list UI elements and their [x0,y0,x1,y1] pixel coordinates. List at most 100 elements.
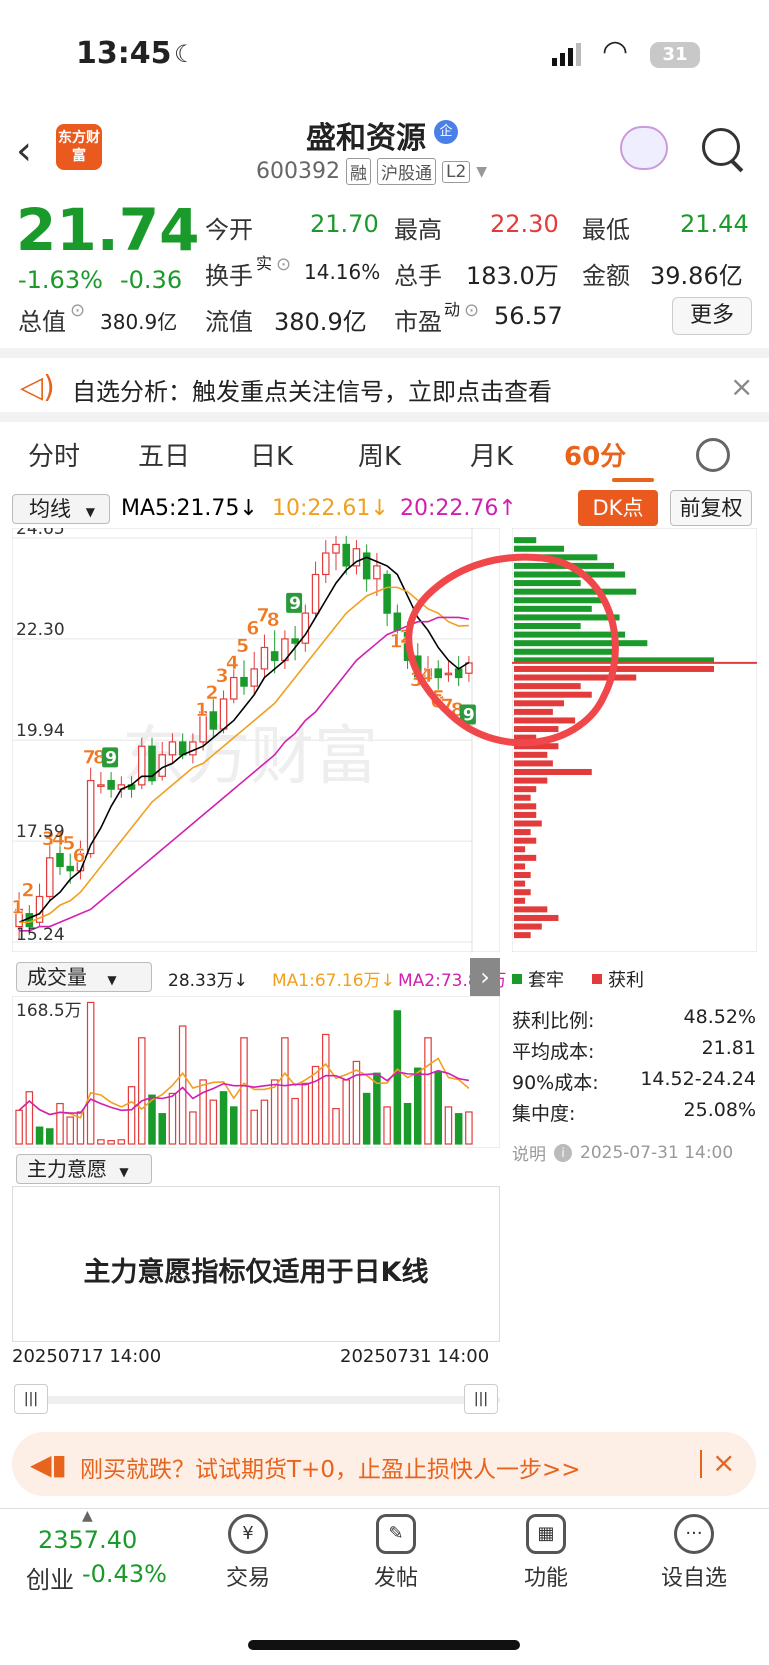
volume-bar [332,1108,340,1145]
volume-bar [352,1060,361,1145]
candle [383,573,391,614]
turnover-value: 14.16% [304,260,381,284]
range-slider-track[interactable] [16,1396,500,1404]
promo-text[interactable]: 刚买就跌？试试期货T+0，止盈止损快人一步>> [80,1450,581,1484]
chip-info-value: 48.52% [683,1006,756,1028]
volume-chart[interactable]: 168.5万 [12,996,500,1148]
forward-adjust-button[interactable]: 前复权 [670,490,752,526]
chip-bar [514,932,531,939]
volume-current: 28.33万↓ [168,971,248,991]
intent-select[interactable]: 主力意愿 ▼ [16,1154,152,1184]
divider [0,412,769,422]
tab-intraday[interactable]: 分时 [28,436,80,473]
chevron-right-icon[interactable]: › [470,958,500,996]
chip-note-date: 2025-07-31 14:00 [580,1142,734,1163]
chip-info-value: 14.52-24.24 [640,1068,756,1090]
back-icon[interactable]: ‹ [16,128,32,174]
range-handle-right[interactable]: ||| [464,1384,498,1414]
tab-weekly-k[interactable]: 周K [358,436,401,473]
chip-bar [514,537,537,544]
wifi-icon: ◠ [602,34,629,69]
volume-max-label: 168.5万 [16,1001,82,1021]
volume-bar [168,1092,177,1145]
volume-bar [209,1099,218,1145]
turnover-label: 换手 [205,262,253,290]
close-icon[interactable]: × [730,370,753,403]
chip-bar [514,863,526,870]
index-name[interactable]: 创业 [26,1560,74,1595]
chip-bar [514,829,531,836]
signal-number: 8 [267,609,280,631]
dk-point-button[interactable]: DK点 [578,490,658,526]
stock-name: 盛和资源 [306,121,426,156]
nav-trade[interactable]: ¥ 交易 [188,1514,308,1592]
chip-bar [514,854,537,861]
candle [270,651,279,661]
chip-note[interactable]: 说明 i 2025-07-31 14:00 [512,1140,734,1166]
candle [332,543,340,554]
volume-bar [178,1025,187,1145]
chip-info-row: 90%成本: 14.52-24.24 [512,1068,756,1099]
low-value: 21.44 [680,210,749,238]
info-dots-icon[interactable]: ⊙ [276,254,291,275]
volume-bar [414,1067,422,1145]
more-dots-icon: ··· [674,1514,714,1554]
candle [322,552,330,576]
more-button[interactable]: 更多 [672,297,752,335]
status-time: 13:45 [76,36,172,71]
volume-bar [15,1109,23,1145]
pe-sup: 动 [444,300,461,319]
candle [209,711,218,730]
gear-icon[interactable] [696,438,730,472]
volume-bar [291,1097,299,1145]
ma-select[interactable]: 均线 ▼ [12,494,110,524]
legend-profit: 获利 [608,970,644,991]
amount-label: 金额 [582,262,630,290]
nav-functions-label: 功能 [523,1566,568,1591]
close-icon[interactable]: × [712,1446,735,1479]
search-icon[interactable] [702,128,740,166]
volume-label: 总手 [394,262,442,290]
pe-label: 市盈 [394,308,442,336]
info-dots-icon[interactable]: ⊙ [464,300,479,321]
index-change[interactable]: -0.43% [82,1560,167,1588]
nav-functions[interactable]: ▦ 功能 [486,1514,606,1592]
tab-five-day[interactable]: 五日 [138,436,190,473]
notice-text[interactable]: 自选分析：触发重点关注信号，立即点击查看 [72,372,552,407]
chip-bar [514,777,548,784]
turnover-sup: 实 [256,254,273,273]
chip-bar [514,837,537,844]
volume-bar [117,1139,126,1145]
nav-post[interactable]: ✎ 发帖 [336,1514,456,1592]
tag-connect: 沪股通 [376,158,436,185]
chip-bar [514,914,559,921]
assistant-robot-icon[interactable] [620,126,668,170]
candle [168,741,177,756]
chip-bar [514,880,526,887]
chip-info-label: 平均成本: [512,1041,595,1063]
volume-bar [301,1082,310,1145]
nav-add-watchlist-label: 设自选 [660,1566,727,1591]
nav-post-label: 发帖 [373,1566,418,1591]
volume-ma1: MA1:67.16万↓ [272,971,395,991]
nav-add-watchlist[interactable]: ··· 设自选 [634,1514,754,1592]
volume-bar [189,1111,197,1145]
range-handle-left[interactable]: ||| [14,1384,48,1414]
chip-bar [514,768,592,775]
info-dots-icon[interactable]: ⊙ [70,300,85,321]
candle [158,754,166,777]
signal-number: 9 [289,594,301,614]
index-value[interactable]: 2357.40 [38,1526,137,1554]
tab-monthly-k[interactable]: 月K [470,436,513,473]
volume-bar [270,1079,279,1145]
tab-daily-k[interactable]: 日K [250,436,293,473]
volume-bar [86,1001,95,1145]
volume-select[interactable]: 成交量 ▼ [16,962,152,992]
caret-down-icon[interactable]: ▼ [476,164,487,180]
chip-note-label: 说明 [512,1145,546,1165]
divider [0,348,769,358]
tag-margin: 融 [345,158,371,185]
volume-bar [107,1140,115,1145]
tab-60-minute[interactable]: 60分 [564,436,626,473]
volume-bar [393,1010,402,1145]
